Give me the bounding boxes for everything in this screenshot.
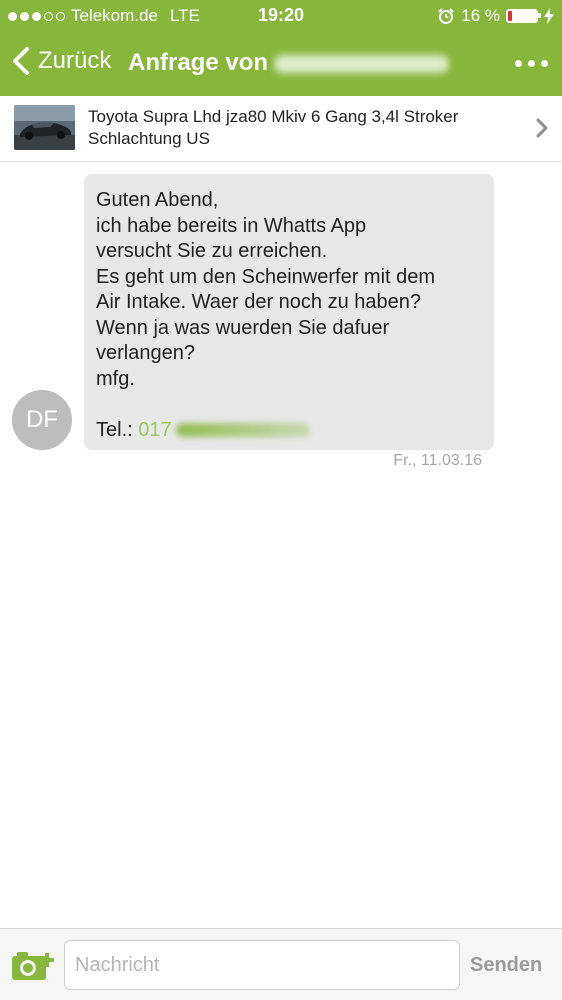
status-bar: Telekom.de LTE 19:20 16 % <box>0 0 562 32</box>
back-label: Zurück <box>38 47 112 74</box>
message-phone-line: Tel.: 017 <box>96 418 482 444</box>
back-button[interactable]: Zurück <box>10 46 111 76</box>
top-bar: Telekom.de LTE 19:20 16 % Zurück Anfrage… <box>0 0 562 96</box>
message-bubble: Guten Abend, ich habe bereits in Whatts … <box>84 174 494 450</box>
more-dots-icon[interactable] <box>515 60 548 67</box>
battery-percent: 16 % <box>461 6 500 25</box>
redacted-phone <box>175 423 310 438</box>
alarm-icon <box>438 8 454 24</box>
page-title-text: Anfrage von <box>128 49 269 76</box>
page-title: Anfrage von <box>128 49 450 77</box>
chevron-left-icon <box>13 47 29 75</box>
message-line: verlangen? <box>96 342 195 364</box>
message-composer: Senden <box>0 928 562 1000</box>
phone-number[interactable]: 017 <box>138 419 171 441</box>
bolt-icon <box>544 8 554 24</box>
send-button[interactable]: Senden <box>470 949 552 981</box>
status-right: 16 % <box>437 6 554 26</box>
message-line: mfg. <box>96 367 135 390</box>
battery-level <box>508 11 512 21</box>
message-timestamp: Fr., 11.03.16 <box>393 452 482 469</box>
camera-add-icon[interactable] <box>12 949 58 981</box>
listing-thumbnail <box>14 105 75 150</box>
redacted-name <box>274 54 450 73</box>
message-line: versucht Sie zu erreichen. <box>96 240 328 262</box>
message-line: ich habe bereits in Whatts App <box>96 214 367 237</box>
message-line: Air Intake. Waer der noch zu haben? <box>96 291 421 313</box>
chevron-right-icon <box>536 118 548 138</box>
message-line: Es geht um den Scheinwerfer mit dem <box>96 265 436 288</box>
message-line: Guten Abend, <box>96 189 219 211</box>
avatar: DF <box>12 390 72 450</box>
battery-icon <box>506 9 541 23</box>
listing-title: Toyota Supra Lhd jza80 Mkiv 6 Gang 3,4l … <box>88 107 459 148</box>
nav-bar: Zurück Anfrage von <box>0 32 562 96</box>
listing-header[interactable]: Toyota Supra Lhd jza80 Mkiv 6 Gang 3,4l … <box>0 96 562 162</box>
message-input[interactable] <box>64 940 460 990</box>
phone-label: Tel.: <box>96 418 133 441</box>
message-line: Wenn ja was wuerden Sie dafuer <box>96 316 390 339</box>
